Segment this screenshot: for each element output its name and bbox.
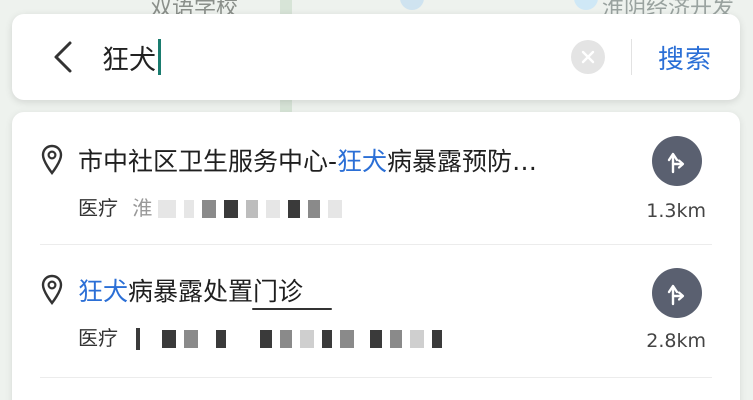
- clear-button[interactable]: [570, 40, 605, 74]
- route-arrow-icon: [667, 284, 685, 306]
- route-arrow-icon: [667, 152, 685, 174]
- divider: [630, 39, 632, 75]
- result-title-prefix: 市中社区卫生服务中心-: [78, 147, 338, 176]
- search-button[interactable]: 搜索: [658, 39, 712, 76]
- map-poi-icon: [574, 0, 598, 10]
- search-query-text: 狂犬: [102, 44, 156, 76]
- search-bar: 狂犬 搜索: [12, 14, 740, 100]
- distance-label: 2.8km: [646, 330, 706, 352]
- route-button[interactable]: [652, 136, 702, 186]
- result-title: 市中社区卫生服务中心-狂犬病暴露预防…: [78, 142, 618, 178]
- distance-label: 1.3km: [646, 200, 706, 222]
- category-label: 医疗: [78, 196, 118, 220]
- result-title-highlight: 狂犬: [78, 277, 129, 306]
- result-category: 医疗: [78, 322, 118, 351]
- result-category: 医疗 淮: [78, 192, 152, 221]
- location-pin-icon: [41, 144, 63, 175]
- list-item[interactable]: 狂犬病暴露处置门诊 医疗 2.8km: [12, 244, 740, 376]
- result-title-suffix: 病暴露处置门诊: [128, 277, 304, 306]
- close-icon: [581, 50, 595, 64]
- text-caret: [158, 39, 161, 75]
- result-title-suffix: 病暴露预防…: [387, 147, 538, 176]
- category-extra: 淮: [132, 196, 153, 220]
- results-list: 市中社区卫生服务中心-狂犬病暴露预防… 医疗 淮 1.3km 狂犬病暴露处置门诊…: [12, 112, 740, 400]
- divider: [40, 377, 712, 378]
- list-item[interactable]: 市中社区卫生服务中心-狂犬病暴露预防… 医疗 淮 1.3km: [12, 112, 740, 244]
- map-poi-icon: [400, 0, 424, 10]
- location-pin-icon: [41, 274, 63, 305]
- blurred-address: [158, 198, 342, 220]
- text-underline-mark: [252, 308, 332, 310]
- route-button[interactable]: [652, 268, 702, 318]
- result-title: 狂犬病暴露处置门诊: [78, 272, 618, 308]
- search-input[interactable]: 狂犬: [102, 35, 571, 79]
- back-button[interactable]: [42, 36, 84, 78]
- blurred-address: [136, 328, 442, 350]
- chevron-left-icon: [54, 41, 72, 73]
- result-title-highlight: 狂犬: [337, 147, 388, 176]
- category-label: 医疗: [78, 326, 118, 350]
